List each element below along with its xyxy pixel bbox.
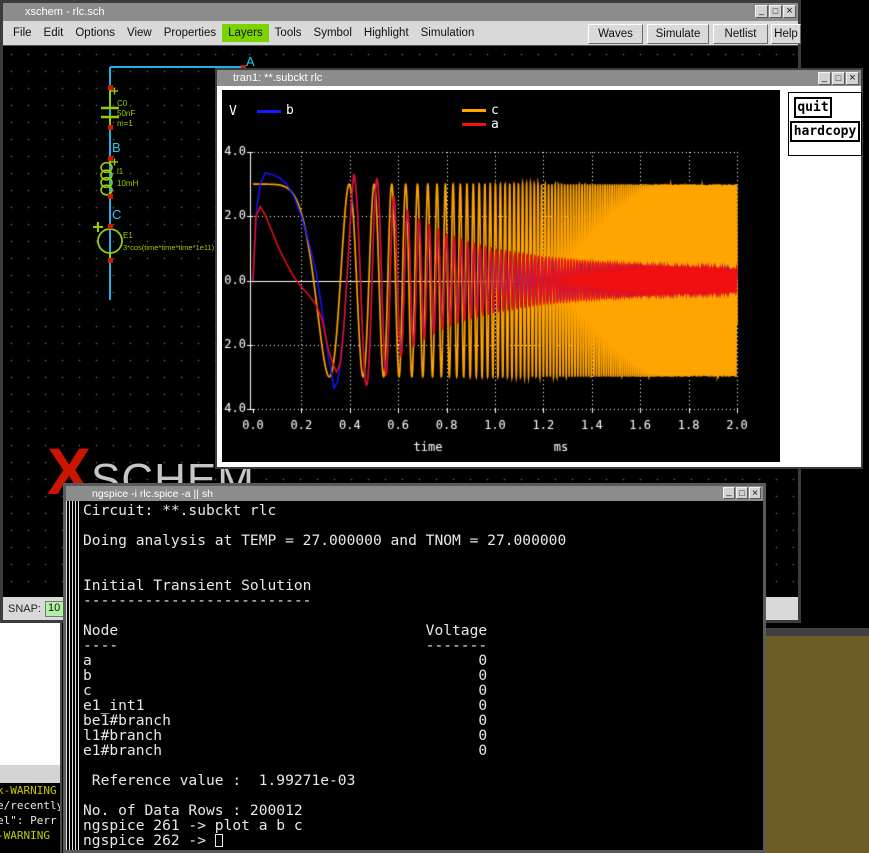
window-title: tran1: **.subckt rlc bbox=[233, 72, 322, 84]
menu-view[interactable]: View bbox=[121, 24, 158, 42]
menu-tools[interactable]: Tools bbox=[269, 24, 308, 42]
pin-marker[interactable] bbox=[108, 125, 113, 130]
plot-content: V b c a quit hardcopy bbox=[217, 86, 861, 467]
capacitor-ref: C0 bbox=[117, 99, 128, 108]
warning-line: -WARNING bbox=[0, 828, 60, 843]
y-axis-unit-label: V bbox=[229, 104, 237, 119]
menu-edit[interactable]: Edit bbox=[38, 24, 70, 42]
ngspice-terminal-window: ngspice -i rlc.spice -a || sh _ □ × Circ… bbox=[63, 483, 766, 853]
terminal-output: Circuit: **.subckt rlc Doing analysis at… bbox=[83, 503, 566, 848]
window-title: xschem - rlc.sch bbox=[25, 6, 104, 18]
legend-line-b bbox=[257, 110, 281, 113]
wallpaper-edge bbox=[763, 628, 869, 636]
snap-label: SNAP: bbox=[8, 603, 41, 615]
close-icon[interactable]: × bbox=[783, 5, 796, 18]
maximize-icon[interactable]: □ bbox=[736, 487, 748, 499]
plot-titlebar[interactable]: tran1: **.subckt rlc _ □ × bbox=[217, 70, 861, 86]
menu-layers[interactable]: Layers bbox=[222, 24, 269, 42]
source-ref: E1 bbox=[123, 231, 133, 240]
background-window-scrollbar bbox=[0, 765, 62, 783]
close-icon[interactable]: × bbox=[749, 487, 761, 499]
plot-button-panel: quit hardcopy bbox=[788, 92, 862, 156]
xschem-menubar: File Edit Options View Properties Layers… bbox=[3, 21, 798, 46]
terminal-cursor bbox=[215, 834, 223, 847]
background-terminal: k-WARNING e/recently el": Perr -WARNING bbox=[0, 783, 62, 853]
pin-marker[interactable] bbox=[108, 156, 113, 161]
legend-label-c: c bbox=[491, 103, 499, 118]
menu-file[interactable]: File bbox=[7, 24, 38, 42]
node-label-a[interactable]: A bbox=[246, 54, 255, 69]
wallpaper bbox=[763, 636, 869, 853]
waves-button[interactable]: Waves bbox=[588, 24, 643, 44]
node-label-c[interactable]: C bbox=[112, 207, 121, 222]
legend-line-c bbox=[462, 109, 486, 112]
terminal-scrollbar[interactable] bbox=[66, 501, 79, 850]
maximize-icon[interactable]: □ bbox=[769, 5, 782, 18]
inductor-value: 10mH bbox=[117, 179, 139, 188]
pin-marker[interactable] bbox=[108, 85, 113, 90]
close-icon[interactable]: × bbox=[846, 72, 859, 85]
capacitor-attr: m=1 bbox=[117, 119, 133, 128]
pin-marker[interactable] bbox=[108, 258, 113, 263]
maximize-icon[interactable]: □ bbox=[832, 72, 845, 85]
menu-options[interactable]: Options bbox=[69, 24, 121, 42]
menu-highlight[interactable]: Highlight bbox=[358, 24, 415, 42]
window-title: ngspice -i rlc.spice -a || sh bbox=[92, 488, 213, 500]
warning-line: k-WARNING bbox=[0, 783, 60, 798]
minimize-icon[interactable]: _ bbox=[723, 487, 735, 499]
terminal-prompt: ngspice 262 -> bbox=[83, 832, 215, 849]
waveform-chart bbox=[222, 90, 780, 462]
terminal-body[interactable]: Circuit: **.subckt rlc Doing analysis at… bbox=[66, 501, 763, 850]
source-value: 3*cos(time*time*time*1e11) bbox=[123, 243, 215, 252]
simulate-button[interactable]: Simulate bbox=[647, 24, 709, 44]
pin-marker[interactable] bbox=[108, 194, 113, 199]
minimize-icon[interactable]: _ bbox=[755, 5, 768, 18]
desktop: k-WARNING e/recently el": Perr -WARNING … bbox=[0, 0, 869, 853]
legend-line-a bbox=[462, 123, 486, 126]
quit-button[interactable]: quit bbox=[794, 97, 832, 118]
legend-label-b: b bbox=[286, 103, 294, 118]
xschem-titlebar[interactable]: xschem - rlc.sch _ □ × bbox=[3, 3, 798, 21]
node-label-b[interactable]: B bbox=[112, 140, 121, 155]
hardcopy-button[interactable]: hardcopy bbox=[790, 121, 860, 142]
help-button[interactable]: Help bbox=[771, 24, 801, 44]
inductor-ref: l1 bbox=[117, 167, 124, 176]
legend-label-a: a bbox=[491, 117, 499, 132]
plot-area: V b c a bbox=[222, 90, 780, 462]
warning-line: el": Perr bbox=[0, 813, 60, 828]
netlist-button[interactable]: Netlist bbox=[713, 24, 768, 44]
menu-symbol[interactable]: Symbol bbox=[308, 24, 358, 42]
warning-line: e/recently bbox=[0, 798, 60, 813]
capacitor-value: 50nF bbox=[117, 109, 135, 118]
menu-simulation[interactable]: Simulation bbox=[415, 24, 481, 42]
minimize-icon[interactable]: _ bbox=[818, 72, 831, 85]
pin-marker[interactable] bbox=[108, 224, 113, 229]
menu-properties[interactable]: Properties bbox=[158, 24, 222, 42]
terminal-titlebar[interactable]: ngspice -i rlc.spice -a || sh _ □ × bbox=[66, 486, 763, 501]
background-window bbox=[0, 622, 62, 765]
ngspice-plot-window: tran1: **.subckt rlc _ □ × V b c a quit bbox=[215, 68, 863, 469]
